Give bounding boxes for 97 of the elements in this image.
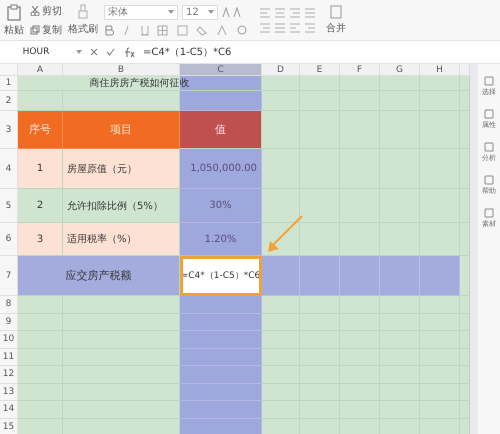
panel-icon[interactable] bbox=[484, 76, 494, 86]
row-header[interactable]: 6 bbox=[0, 223, 18, 256]
row-header[interactable]: 5 bbox=[0, 189, 18, 223]
panel-icon[interactable] bbox=[484, 175, 494, 185]
table-cell bbox=[380, 296, 420, 314]
table-cell bbox=[18, 314, 63, 331]
table-cell bbox=[420, 256, 460, 296]
column-header[interactable]: H bbox=[420, 64, 460, 76]
table-cell bbox=[380, 256, 420, 296]
table-cell: 1.20% bbox=[180, 223, 262, 256]
function-icon[interactable] bbox=[123, 46, 135, 58]
table-cell bbox=[340, 256, 380, 296]
panel-icon[interactable] bbox=[484, 142, 494, 152]
table-cell bbox=[300, 296, 340, 314]
dropdown-icon[interactable] bbox=[208, 10, 214, 14]
copy-button[interactable]: 复制 bbox=[30, 22, 62, 36]
column-header[interactable]: C bbox=[180, 64, 262, 76]
table-cell bbox=[262, 348, 300, 366]
table-cell: 适用税率（%） bbox=[63, 223, 180, 256]
column-header[interactable]: G bbox=[380, 64, 420, 76]
table-cell bbox=[262, 366, 300, 384]
scissors-icon[interactable] bbox=[30, 6, 40, 16]
table-cell bbox=[262, 149, 300, 189]
table-cell bbox=[300, 256, 340, 296]
table-cell: 房屋原值（元） bbox=[63, 149, 180, 189]
paste-button[interactable]: 粘贴 bbox=[4, 22, 24, 36]
column-header[interactable]: B bbox=[63, 64, 180, 76]
table-cell bbox=[262, 384, 300, 401]
panel-icon[interactable] bbox=[484, 208, 494, 218]
table-cell bbox=[18, 366, 63, 384]
row-header[interactable]: 2 bbox=[0, 91, 18, 111]
table-cell bbox=[18, 348, 63, 366]
table-cell bbox=[262, 401, 300, 418]
brush-icon[interactable] bbox=[77, 4, 89, 20]
table-cell bbox=[18, 384, 63, 401]
table-cell: 应交房产税额 bbox=[18, 256, 180, 296]
table-cell bbox=[420, 76, 460, 91]
table-cell bbox=[262, 189, 300, 223]
table-cell: =C4*（1-C5）*C6 bbox=[180, 256, 262, 296]
column-header[interactable]: F bbox=[340, 64, 380, 76]
table-cell bbox=[18, 296, 63, 314]
panel-icon[interactable] bbox=[484, 109, 494, 119]
table-cell: 1,050,000.00 bbox=[180, 149, 262, 189]
row-header[interactable]: 1 bbox=[0, 76, 18, 91]
table-cell bbox=[420, 296, 460, 314]
row-header[interactable]: 9 bbox=[0, 314, 18, 331]
column-header[interactable]: E bbox=[300, 64, 340, 76]
arrow bbox=[268, 215, 303, 252]
font-field[interactable]: 宋体 bbox=[104, 4, 178, 20]
row-header[interactable]: 3 bbox=[0, 111, 18, 149]
table-cell bbox=[18, 331, 63, 348]
table-cell bbox=[262, 256, 300, 296]
table-cell: 项目 bbox=[63, 111, 180, 149]
column-header[interactable]: A bbox=[18, 64, 63, 76]
row-header[interactable]: 14 bbox=[0, 401, 18, 418]
format-painter-button[interactable]: 格式刷 bbox=[68, 22, 98, 36]
table-cell: 1 bbox=[18, 149, 63, 189]
table-cell bbox=[300, 189, 340, 223]
row-header[interactable]: 15 bbox=[0, 418, 18, 434]
row-header[interactable]: 11 bbox=[0, 348, 18, 366]
merge-button[interactable]: 合并 bbox=[326, 21, 346, 35]
table-cell bbox=[300, 76, 340, 91]
clipboard-icon[interactable] bbox=[6, 4, 22, 20]
row-header[interactable]: 12 bbox=[0, 366, 18, 384]
check-icon[interactable] bbox=[106, 48, 115, 56]
table-cell: 值 bbox=[180, 111, 262, 149]
column-header[interactable]: D bbox=[262, 64, 300, 76]
row-header[interactable]: 8 bbox=[0, 296, 18, 314]
table-cell bbox=[18, 401, 63, 418]
close-icon[interactable] bbox=[90, 48, 98, 56]
table-cell: 3 bbox=[18, 223, 63, 256]
scrollbar[interactable] bbox=[470, 64, 478, 434]
table-cell bbox=[262, 331, 300, 348]
table-cell: 序号 bbox=[18, 111, 63, 149]
dropdown-icon[interactable] bbox=[168, 10, 174, 14]
table-cell bbox=[340, 296, 380, 314]
dropdown-icon[interactable] bbox=[76, 50, 82, 54]
row-header[interactable]: 7 bbox=[0, 256, 18, 296]
table-cell bbox=[262, 76, 300, 91]
copy-icon[interactable] bbox=[30, 24, 40, 34]
cut-button[interactable]: 剪切 bbox=[30, 4, 62, 18]
table-cell bbox=[340, 76, 380, 91]
row-header[interactable]: 13 bbox=[0, 384, 18, 401]
table-cell bbox=[262, 111, 300, 149]
row-header[interactable]: 10 bbox=[0, 331, 18, 348]
table-cell bbox=[262, 296, 300, 314]
table-cell: 商住房房产税如何征收 bbox=[18, 76, 262, 91]
font-size-field[interactable]: 12 bbox=[182, 4, 218, 20]
table-cell bbox=[262, 314, 300, 331]
font-grow-icon[interactable] bbox=[222, 7, 242, 17]
merge-icon[interactable] bbox=[330, 5, 342, 19]
table-cell bbox=[380, 76, 420, 91]
table-cell bbox=[262, 91, 300, 111]
table-cell: 30% bbox=[180, 189, 262, 223]
row-header[interactable]: 4 bbox=[0, 149, 18, 189]
name-box[interactable]: HOUR bbox=[4, 47, 68, 57]
formula-field[interactable]: =C4*（1-C5）*C6 bbox=[143, 45, 232, 59]
